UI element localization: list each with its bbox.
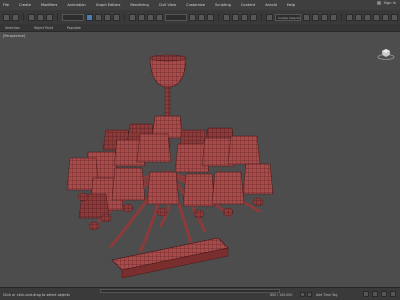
toolbar-divider [57,13,58,21]
menu-bar: File Create Modifiers Animation Graph Ed… [0,0,400,10]
toggle-ribbon-icon[interactable] [330,13,337,21]
menu-animation[interactable]: Animation [67,3,85,7]
viewport-navigation [363,291,396,297]
menu-help[interactable]: Help [287,3,295,7]
select-object-icon[interactable] [86,13,93,21]
toolbar-divider [261,13,262,21]
redo-icon[interactable] [12,13,19,21]
ribbon-tab-selection[interactable]: Selection [5,26,20,30]
mirror-icon[interactable] [303,13,310,21]
main-toolbar: Create Selection Se [0,10,400,24]
zoom-icon[interactable] [363,291,369,297]
frame-counter: 600 / 100.000 [270,293,293,297]
rotate-icon[interactable] [138,13,145,21]
move-icon[interactable] [129,13,136,21]
selection-filter-dropdown[interactable] [62,13,84,21]
toolbar-divider [341,13,342,21]
unlink-icon[interactable] [37,13,44,21]
add-time-tag-button[interactable]: Add Time Tag [316,293,337,297]
pivot-center-icon[interactable] [189,13,196,21]
menu-arnold[interactable]: Arnold [265,3,277,7]
render-production-icon[interactable] [391,13,398,21]
user-icon[interactable] [376,1,381,5]
angle-snap-icon[interactable] [232,13,239,21]
scale-icon[interactable] [147,13,154,21]
go-to-start-icon[interactable] [300,292,305,297]
placement-icon[interactable] [156,13,163,21]
status-bar: Click or click-and-drag to select object… [0,287,400,300]
menu-content[interactable]: Content [241,3,255,7]
orbit-icon[interactable] [372,291,378,297]
curve-editor-icon[interactable] [346,13,353,21]
reference-coordinate-dropdown[interactable] [165,13,187,21]
sign-in-button[interactable]: Sign In [384,1,396,5]
schematic-view-icon[interactable] [355,13,362,21]
named-selection-set-field[interactable]: Create Selection Se [275,13,301,21]
window-crossing-icon[interactable] [113,13,120,21]
maximize-viewport-icon[interactable] [390,291,396,297]
link-icon[interactable] [28,13,35,21]
menu-rendering[interactable]: Rendering [130,3,148,7]
pan-icon[interactable] [381,291,387,297]
ribbon-tab-object-paint[interactable]: Object Paint [34,26,53,30]
menu-customize[interactable]: Customize [186,3,205,7]
playback-controls [300,292,312,297]
account-area: Sign In [376,1,396,5]
undo-icon[interactable] [3,13,10,21]
rendered-frame-window-icon[interactable] [382,13,389,21]
percent-snap-icon[interactable] [241,13,248,21]
chandelier-model[interactable] [0,32,400,288]
time-slider[interactable] [100,289,280,293]
toolbar-divider [23,13,24,21]
ribbon-tab-populate[interactable]: Populate [67,26,81,30]
ribbon: Selection Object Paint Populate [0,24,400,31]
align-icon[interactable] [312,13,319,21]
toolbar-divider [218,13,219,21]
menu-modifiers[interactable]: Modifiers [41,3,57,7]
snap-toggle-icon[interactable] [223,13,230,21]
toolbar-divider [124,13,125,21]
keyboard-shortcut-icon[interactable] [207,13,214,21]
selection-region-icon[interactable] [104,13,111,21]
menu-file[interactable]: File [3,3,9,7]
menu-create[interactable]: Create [19,3,31,7]
select-by-name-icon[interactable] [95,13,102,21]
material-editor-icon[interactable] [364,13,371,21]
spinner-snap-icon[interactable] [250,13,257,21]
select-manipulate-icon[interactable] [198,13,205,21]
menu-scripting[interactable]: Scripting [215,3,231,7]
edit-named-selection-icon[interactable] [266,13,273,21]
layer-explorer-icon[interactable] [321,13,328,21]
render-setup-icon[interactable] [373,13,380,21]
status-prompt: Click or click-and-drag to select object… [3,293,70,297]
menu-civil-view[interactable]: Civil View [159,3,176,7]
play-icon[interactable] [307,292,312,297]
perspective-viewport[interactable]: [Perspective] [0,31,400,287]
menu-graph-editors[interactable]: Graph Editors [96,3,121,7]
bind-spacewarp-icon[interactable] [46,13,53,21]
